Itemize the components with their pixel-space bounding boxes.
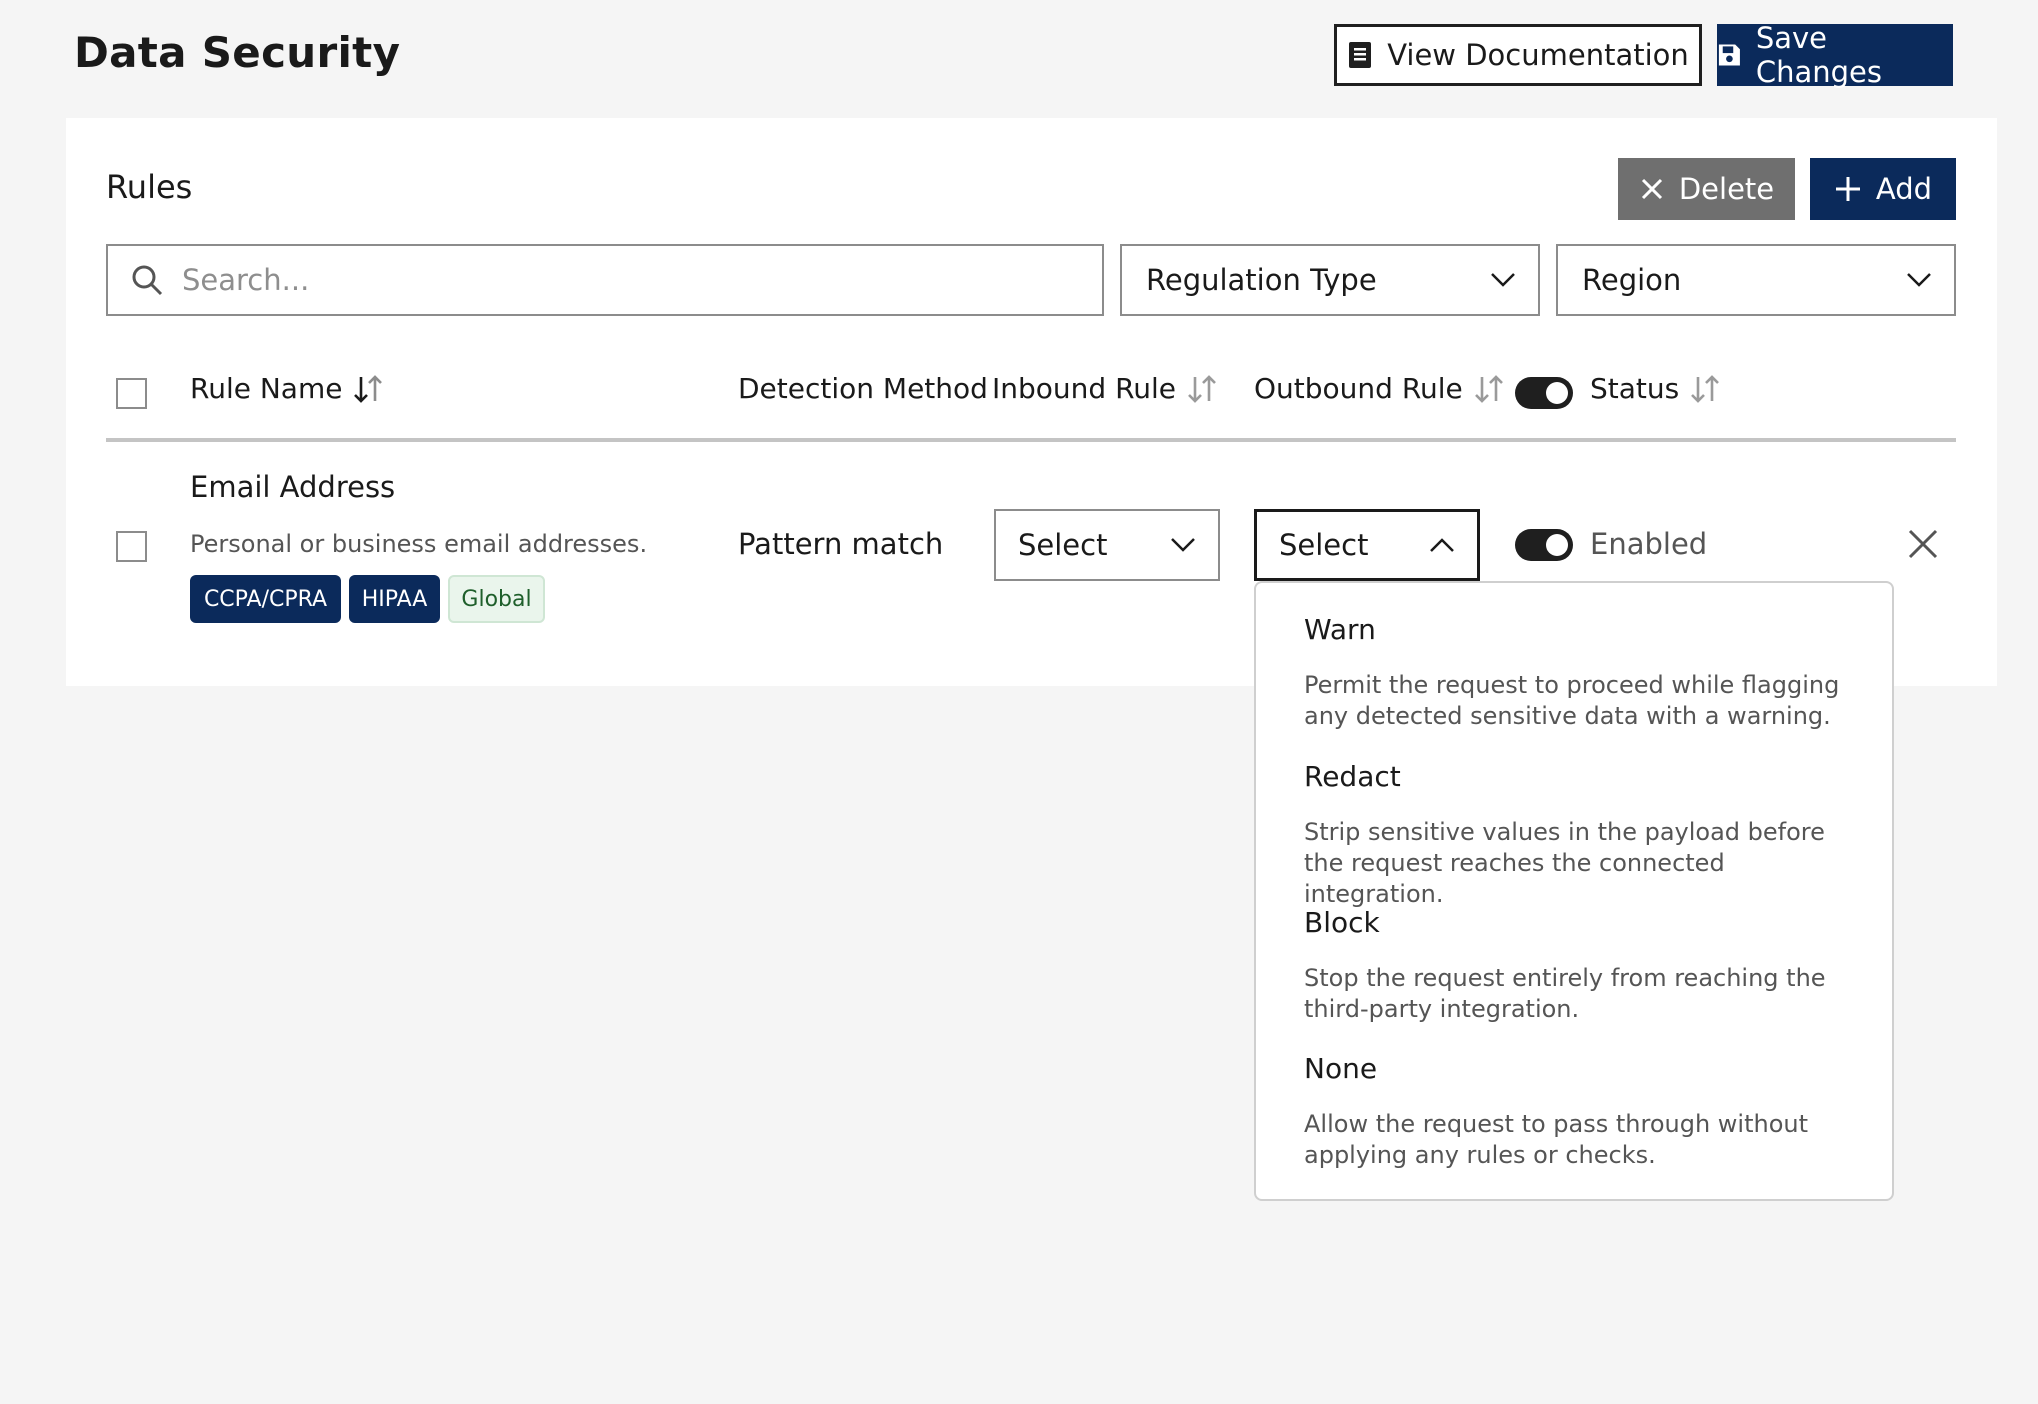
column-header-outbound-rule[interactable]: Outbound Rule <box>1254 372 1505 405</box>
dropdown-option-none[interactable]: None Allow the request to pass through w… <box>1304 1052 1864 1171</box>
sort-icon <box>1474 374 1503 403</box>
add-label: Add <box>1875 172 1933 206</box>
view-documentation-label: View Documentation <box>1387 38 1689 72</box>
outbound-rule-select[interactable]: Select <box>1254 509 1480 581</box>
save-changes-button[interactable]: Save Changes <box>1717 21 1953 89</box>
plus-icon <box>1835 177 1860 201</box>
rule-name: Email Address <box>190 470 396 504</box>
view-documentation-button[interactable]: View Documentation <box>1334 24 1702 86</box>
option-label: Warn <box>1304 613 1376 646</box>
column-header-status[interactable]: Status <box>1590 372 1721 405</box>
inbound-rule-select[interactable]: Select <box>994 509 1220 581</box>
table-header-divider <box>106 438 1956 442</box>
rules-section-title: Rules <box>106 168 193 206</box>
sort-icon <box>1691 374 1720 403</box>
tag-global: Global <box>448 575 545 623</box>
sort-icon <box>354 374 383 403</box>
rule-description: Personal or business email addresses. <box>190 530 648 558</box>
region-select[interactable]: Region <box>1556 244 1956 316</box>
chevron-up-icon <box>1430 538 1454 552</box>
sort-icon <box>1188 374 1216 403</box>
option-description: Stop the request entirely from reaching … <box>1304 964 1826 1023</box>
search-placeholder: Search... <box>182 263 310 297</box>
chevron-down-icon <box>1491 273 1515 287</box>
column-header-rule-name[interactable]: Rule Name <box>190 372 384 405</box>
column-inbound-rule-label: Inbound Rule <box>992 372 1177 405</box>
search-icon <box>132 265 163 296</box>
inbound-rule-value: Select <box>1018 528 1108 562</box>
column-detection-method-label: Detection Method <box>738 372 988 405</box>
chevron-down-icon <box>1907 273 1931 287</box>
dropdown-option-warn[interactable]: Warn Permit the request to proceed while… <box>1304 613 1864 732</box>
dropdown-option-redact[interactable]: Redact Strip sensitive values in the pay… <box>1304 760 1864 910</box>
region-label: Region <box>1582 263 1682 297</box>
status-toggle[interactable] <box>1515 529 1573 561</box>
remove-row-icon[interactable] <box>1906 527 1940 561</box>
regulation-type-label: Regulation Type <box>1146 263 1377 297</box>
option-label: Redact <box>1304 760 1401 793</box>
column-header-inbound-rule[interactable]: Inbound Rule <box>992 372 1218 405</box>
tag-hipaa: HIPAA <box>349 575 440 623</box>
delete-label: Delete <box>1678 172 1775 206</box>
option-description: Allow the request to pass through withou… <box>1304 1110 1809 1169</box>
delete-button[interactable]: Delete <box>1618 158 1795 220</box>
dropdown-option-block[interactable]: Block Stop the request entirely from rea… <box>1304 906 1864 1025</box>
column-rule-name-label: Rule Name <box>190 372 343 405</box>
tag-ccpa-cpra: CCPA/CPRA <box>190 575 341 623</box>
column-header-detection-method: Detection Method <box>738 372 988 405</box>
column-status-label: Status <box>1590 372 1680 405</box>
status-value: Enabled <box>1590 527 1708 561</box>
select-all-checkbox[interactable] <box>116 378 147 409</box>
row-checkbox[interactable] <box>116 531 147 562</box>
option-label: None <box>1304 1052 1378 1085</box>
column-outbound-rule-label: Outbound Rule <box>1254 372 1463 405</box>
save-changes-label: Save Changes <box>1755 21 1882 89</box>
outbound-rule-dropdown: Warn Permit the request to proceed while… <box>1254 581 1894 1201</box>
book-icon <box>1349 42 1372 68</box>
add-button[interactable]: Add <box>1810 158 1956 220</box>
option-description: Strip sensitive values in the payload be… <box>1304 818 1825 908</box>
page-title: Data Security <box>74 28 401 77</box>
save-icon <box>1718 44 1740 66</box>
regulation-type-select[interactable]: Regulation Type <box>1120 244 1540 316</box>
detection-method-value: Pattern match <box>738 527 944 561</box>
outbound-rule-value: Select <box>1279 528 1369 562</box>
option-description: Permit the request to proceed while flag… <box>1304 671 1840 730</box>
option-label: Block <box>1304 906 1380 939</box>
search-input[interactable]: Search... <box>106 244 1104 316</box>
chevron-down-icon <box>1171 538 1195 552</box>
status-toggle-all[interactable] <box>1515 377 1573 409</box>
close-icon <box>1641 178 1662 200</box>
